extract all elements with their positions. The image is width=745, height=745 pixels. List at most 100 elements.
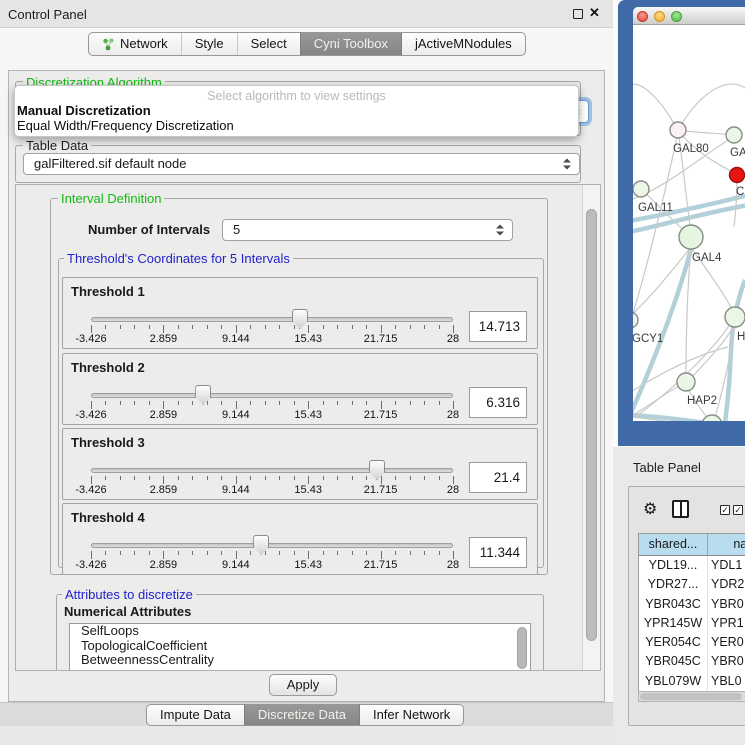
network-node-gal80[interactable] (670, 122, 686, 138)
threshold-value-field[interactable]: 6.316 (469, 387, 527, 418)
numerical-attributes-list[interactable]: SelfLoopsTopologicalCoefficientBetweenne… (69, 623, 531, 671)
combo-arrows-icon (496, 225, 504, 236)
table-row[interactable]: YDR27...YDR2 (639, 575, 745, 594)
gear-icon[interactable]: ⚙ (643, 499, 657, 519)
table-panel-box: ⚙ ✓ ✓ shared... name YDL19...YDL1YDR27..… (628, 486, 745, 726)
bottom-filler (0, 726, 613, 745)
column-header-shared-name[interactable]: shared... (639, 534, 708, 555)
node-label-gal80: GAL80 (673, 143, 709, 155)
option-manual-discretization[interactable]: Manual Discretization (15, 103, 578, 118)
table-row[interactable]: YBL079WYBL0 (639, 672, 745, 691)
settings-vertical-scrollbar[interactable] (582, 185, 600, 670)
table-row[interactable]: YER054CYER0 (639, 633, 745, 652)
number-of-intervals-combobox[interactable]: 5 (222, 219, 513, 241)
threshold-panel: Threshold 4 -3.4262.8599.14415.4321.7152… (62, 503, 538, 575)
network-node-red-node[interactable] (730, 168, 745, 183)
cyni-toolbox-panel: Discretization Algorithm Select algorith… (8, 70, 605, 702)
float-window-icon[interactable] (573, 9, 583, 19)
network-node-gal4[interactable] (679, 225, 703, 249)
network-node-gal11[interactable] (633, 181, 649, 197)
node-attribute-table[interactable]: shared... name YDL19...YDL1YDR27...YDR2Y… (638, 533, 745, 691)
attributes-group-label: Attributes to discretize (62, 587, 196, 602)
threshold-value-field[interactable]: 21.4 (469, 462, 527, 493)
control-panel-titlebar: Control Panel ✕ (0, 0, 613, 28)
table-panel-section: Table Panel ⚙ ✓ ✓ shared... name YDL19..… (613, 447, 745, 745)
tab-impute-data[interactable]: Impute Data (147, 705, 244, 725)
threshold-title: Threshold 3 (71, 435, 145, 450)
scrollbar-thumb[interactable] (586, 209, 597, 641)
bottom-tab-bar: Impute Data Discretize Data Infer Networ… (146, 704, 464, 726)
threshold-title: Threshold 1 (71, 284, 145, 299)
attribute-list-item[interactable]: SelfLoops (70, 624, 530, 639)
table-horizontal-scrollbar[interactable] (638, 691, 745, 702)
close-traffic-light[interactable] (637, 11, 648, 22)
close-icon[interactable]: ✕ (589, 5, 600, 21)
node-label-gcy1: GCY1 (633, 333, 663, 345)
attribute-list-item[interactable]: TopologicalCoefficient (70, 639, 530, 654)
network-node-hap2[interactable] (677, 373, 695, 391)
network-canvas[interactable]: GAL80GACGAL11GAL4GCY1HHAP2 (633, 25, 745, 421)
node-label-top-right-node: GA (730, 147, 745, 159)
tab-jactivemnodules[interactable]: jActiveMNodules (401, 33, 525, 55)
network-node-bottom-node[interactable] (702, 415, 722, 421)
tab-cyni-toolbox[interactable]: Cyni Toolbox (300, 33, 401, 55)
top-tab-bar: Network Style Select Cyni Toolbox jActiv… (88, 32, 526, 56)
table-row[interactable]: YBR043CYBR0 (639, 595, 745, 614)
panel-title: Control Panel (8, 7, 87, 22)
network-node-top-right-node[interactable] (726, 127, 742, 143)
table-row[interactable]: YBR045CYBR0 (639, 652, 745, 671)
network-view-window: GAL80GACGAL11GAL4GCY1HHAP2 (618, 0, 745, 446)
threshold-panel: Threshold 1 -3.4262.8599.14415.4321.7152… (62, 277, 538, 349)
table-data-combobox[interactable]: galFiltered.sif default node (23, 153, 580, 175)
tab-select[interactable]: Select (237, 33, 300, 55)
minimize-traffic-light[interactable] (654, 11, 665, 22)
threshold-panel: Threshold 2 -3.4262.8599.14415.4321.7152… (62, 353, 538, 425)
algorithm-dropdown-popup: Select algorithm to view settings Manual… (14, 85, 579, 137)
zoom-traffic-light[interactable] (671, 11, 682, 22)
number-of-intervals-label: Number of Intervals (88, 222, 210, 237)
option-equal-width-frequency[interactable]: Equal Width/Frequency Discretization (15, 118, 578, 133)
attribute-list-item[interactable]: BetweennessCentrality (70, 653, 530, 668)
slider-tick-labels: -3.4262.8599.14415.4321.71528 (63, 333, 539, 346)
table-toolbar: ⚙ ✓ ✓ (629, 487, 745, 533)
node-label-hap2: HAP2 (687, 395, 717, 407)
combo-arrows-icon (563, 159, 571, 170)
network-icon (102, 38, 115, 51)
tab-style[interactable]: Style (181, 33, 237, 55)
node-label-gal11: GAL11 (638, 202, 673, 214)
threshold-slider-track[interactable] (91, 543, 453, 548)
thresholds-group-label: Threshold's Coordinates for 5 Intervals (64, 251, 293, 266)
threshold-panel: Threshold 3 -3.4262.8599.14415.4321.7152… (62, 428, 538, 500)
column-header-name[interactable]: name (708, 534, 745, 555)
tab-discretize-data[interactable]: Discretize Data (244, 705, 359, 725)
table-header-row: shared... name (639, 534, 745, 556)
table-panel-title: Table Panel (633, 460, 701, 475)
network-node-h-node[interactable] (725, 307, 745, 327)
threshold-value-field[interactable]: 14.713 (469, 311, 527, 342)
apply-button[interactable]: Apply (269, 674, 337, 696)
checkbox-icon[interactable]: ✓ (733, 505, 743, 515)
slider-tick-labels: -3.4262.8599.14415.4321.71528 (63, 559, 539, 572)
numerical-attributes-heading: Numerical Attributes (64, 604, 191, 619)
node-label-h-node: H (737, 331, 745, 343)
table-data-label: Table Data (23, 138, 91, 153)
settings-scrollpane: Interval Definition Number of Intervals … (15, 184, 601, 671)
threshold-value-field[interactable]: 11.344 (469, 537, 527, 568)
scrollbar-thumb[interactable] (640, 693, 742, 700)
network-window-titlebar[interactable] (633, 7, 745, 25)
slider-tick-labels: -3.4262.8599.14415.4321.71528 (63, 484, 539, 497)
attributes-list-scrollbar[interactable] (517, 627, 527, 669)
threshold-slider-track[interactable] (91, 317, 453, 322)
table-row[interactable]: YDL19...YDL1 (639, 556, 745, 575)
tab-network[interactable]: Network (89, 33, 181, 55)
checkbox-icon[interactable]: ✓ (720, 505, 730, 515)
table-row[interactable]: YPR145WYPR1 (639, 614, 745, 633)
network-node-gcy1[interactable] (633, 312, 638, 328)
tab-infer-network[interactable]: Infer Network (359, 705, 463, 725)
split-columns-icon[interactable] (672, 500, 689, 518)
control-panel: Control Panel ✕ Network Style Select Cyn… (0, 0, 613, 745)
threshold-title: Threshold 4 (71, 510, 145, 525)
threshold-slider-track[interactable] (91, 468, 453, 473)
interval-definition-label: Interval Definition (58, 191, 164, 206)
threshold-slider-track[interactable] (91, 393, 453, 398)
